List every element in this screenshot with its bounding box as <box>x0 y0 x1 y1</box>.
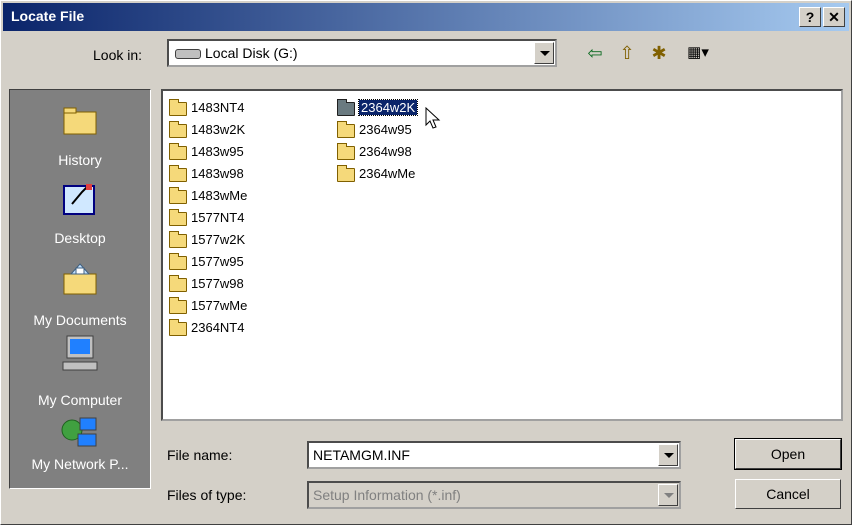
folder-icon <box>337 121 355 138</box>
folder-icon <box>169 99 187 116</box>
folder-icon <box>169 297 187 314</box>
place-label: My Network P... <box>31 456 129 472</box>
file-name-value: NETAMGM.INF <box>313 447 410 463</box>
title-bar[interactable]: Locate File ? ✕ <box>3 3 849 31</box>
my-computer-icon <box>62 335 98 371</box>
new-folder-icon[interactable]: ✱ <box>647 41 671 65</box>
folder-name: 2364wMe <box>359 166 416 181</box>
folder-name: 2364w98 <box>359 144 412 159</box>
up-folder-icon[interactable]: ⇧ <box>615 41 639 65</box>
folder-icon <box>337 99 355 116</box>
place-label: My Documents <box>33 312 127 328</box>
folder-icon <box>169 231 187 248</box>
folder-icon <box>169 187 187 204</box>
folder-name: 1577w2K <box>191 232 246 247</box>
folder-name: 2364w95 <box>359 122 412 137</box>
folder-icon <box>337 165 355 182</box>
folder-name: 1577w98 <box>191 276 244 291</box>
place-label: Desktop <box>54 230 106 246</box>
chevron-down-icon[interactable] <box>534 42 554 64</box>
back-arrow-icon[interactable]: ⇦ <box>583 41 607 65</box>
folder-name: 1483w98 <box>191 166 244 181</box>
desktop-icon <box>63 184 95 215</box>
views-menu-icon[interactable]: ▦▾ <box>681 41 715 65</box>
folder-name: 1483wMe <box>191 188 248 203</box>
place-network[interactable]: My Network P... <box>10 414 150 484</box>
look-in-label: Look in: <box>93 47 143 63</box>
network-places-icon <box>61 417 97 447</box>
history-icon <box>63 107 97 135</box>
file-type-label: Files of type: <box>167 487 247 503</box>
place-label: My Computer <box>37 392 123 408</box>
place-desktop[interactable]: Desktop <box>10 174 150 250</box>
hard-drive-icon <box>175 49 201 59</box>
locate-file-dialog: Locate File ? ✕ Look in: Local Disk (G:)… <box>0 0 852 525</box>
help-button[interactable]: ? <box>799 7 821 27</box>
folder-icon <box>169 275 187 292</box>
folder-name: 2364w2K <box>357 99 419 116</box>
mouse-cursor-icon <box>425 107 441 129</box>
folder-icon <box>169 319 187 336</box>
places-bar: History Desktop My Documents My Computer… <box>9 89 151 489</box>
folder-name: 1577wMe <box>191 298 248 313</box>
file-type-dropdown: Setup Information (*.inf) <box>307 481 681 509</box>
folder-name: 1577w95 <box>191 254 244 269</box>
folder-name: 1483w95 <box>191 144 244 159</box>
my-documents-icon <box>63 263 97 295</box>
folder-name: 2364NT4 <box>191 320 245 335</box>
chevron-down-icon <box>658 484 678 506</box>
folder-icon <box>169 121 187 138</box>
folder-icon <box>169 253 187 270</box>
window-title: Locate File <box>11 8 85 24</box>
folder-name: 1483NT4 <box>191 100 245 115</box>
cancel-button[interactable]: Cancel <box>735 479 841 509</box>
look-in-dropdown[interactable]: Local Disk (G:) <box>167 39 557 67</box>
place-my-documents[interactable]: My Documents <box>10 254 150 330</box>
file-type-value: Setup Information (*.inf) <box>313 487 461 503</box>
folder-icon <box>169 165 187 182</box>
open-button[interactable]: Open <box>734 438 842 470</box>
folder-name: 1483w2K <box>191 122 246 137</box>
folder-name: 1577NT4 <box>191 210 245 225</box>
chevron-down-icon[interactable] <box>658 444 678 466</box>
folder-icon <box>337 143 355 160</box>
file-name-label: File name: <box>167 447 233 463</box>
folder-icon <box>169 143 187 160</box>
look-in-value: Local Disk (G:) <box>205 45 298 61</box>
place-my-computer[interactable]: My Computer <box>10 330 150 408</box>
file-name-input[interactable]: NETAMGM.INF <box>307 441 681 469</box>
place-history[interactable]: History <box>10 98 150 172</box>
folder-icon <box>169 209 187 226</box>
file-list[interactable]: 1483NT4 1483w2K 1483w95 1483w98 1483wMe … <box>161 89 843 421</box>
close-button[interactable]: ✕ <box>823 7 845 27</box>
place-label: History <box>58 152 102 168</box>
